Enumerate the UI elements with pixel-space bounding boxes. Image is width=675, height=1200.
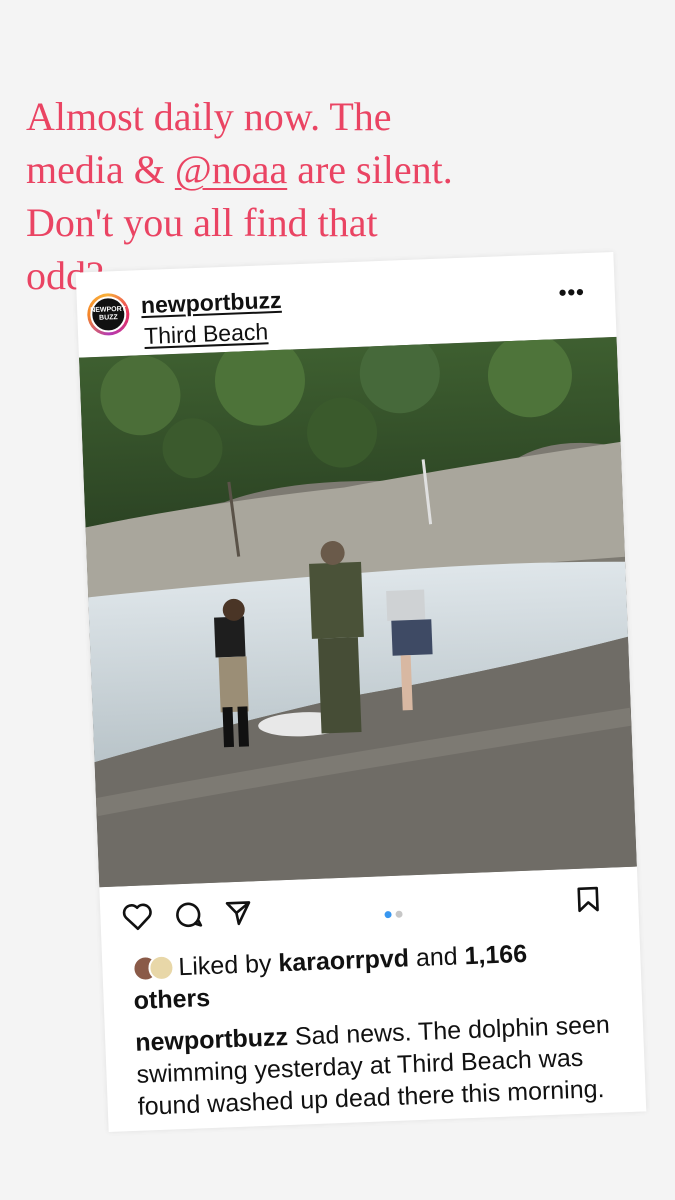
liked-by-others[interactable]: others (133, 984, 210, 1015)
liked-by-summary[interactable]: Liked by karaorrpvd and 1,166 others (131, 935, 614, 1017)
story-line-1: Almost daily now. The (26, 94, 392, 139)
like-count[interactable]: 1,166 (464, 940, 528, 970)
more-horizontal-icon[interactable]: ••• (558, 279, 585, 306)
carousel-dot (395, 910, 403, 918)
bookmark-icon[interactable] (576, 885, 601, 914)
story-line-2b: are silent. (287, 147, 453, 192)
comment-icon[interactable] (174, 900, 203, 929)
carousel-indicator (382, 904, 405, 923)
liked-by-prefix: Liked by (177, 949, 279, 982)
caption-username[interactable]: newportbuzz (135, 1023, 289, 1057)
post-photo[interactable] (78, 336, 637, 888)
beach-scene-image (78, 336, 637, 888)
liker-avatars (131, 954, 175, 982)
shared-post-card[interactable]: NEWPORT BUZZ newportbuzz Third Beach ••• (75, 251, 647, 1133)
avatar-logo-text-2: BUZZ (98, 314, 118, 322)
heart-icon[interactable] (122, 902, 153, 931)
liked-by-user[interactable]: karaorrpvd (278, 944, 410, 977)
noaa-mention[interactable]: @noaa (175, 147, 287, 192)
story-line-3: Don't you all find that (26, 200, 378, 245)
post-location[interactable]: Third Beach (144, 318, 269, 350)
carousel-dot-active (384, 910, 392, 919)
profile-avatar[interactable]: NEWPORT BUZZ (86, 292, 131, 337)
story-line-2a: media & (26, 147, 175, 192)
liker-avatar-2 (147, 954, 175, 982)
share-icon[interactable] (224, 898, 253, 927)
liked-by-and: and (408, 942, 466, 973)
post-caption: newportbuzz Sad news. The dolphin seen s… (135, 1009, 618, 1123)
post-username[interactable]: newportbuzz (140, 287, 281, 319)
